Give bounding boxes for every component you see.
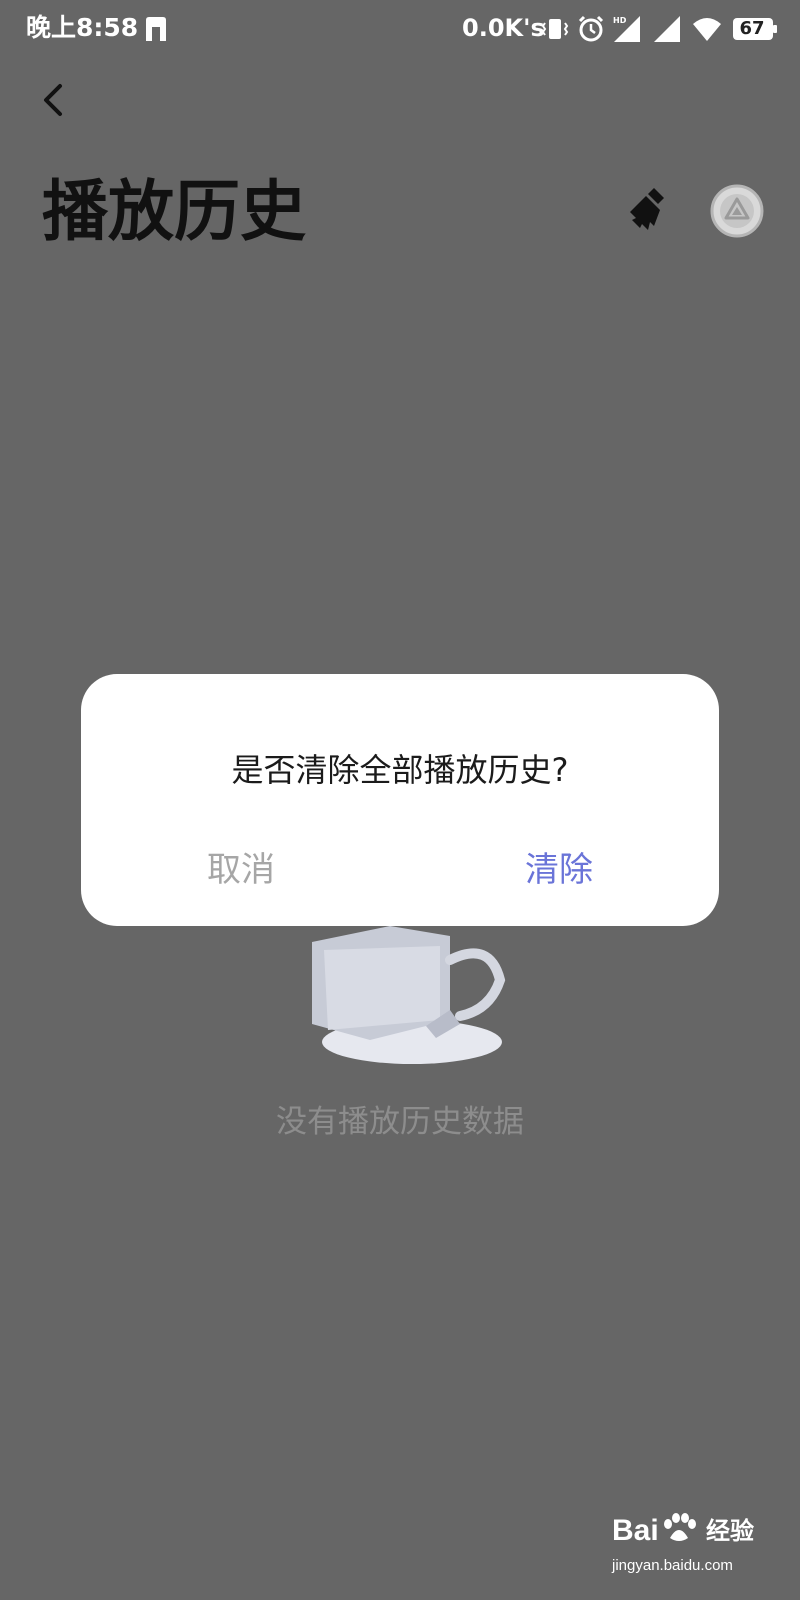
baidu-jingyan-watermark: Bai 经验 jingyan.baidu.com: [612, 1512, 782, 1588]
mini-player-button[interactable]: [710, 184, 764, 238]
status-time: 晚上8:58: [26, 13, 139, 42]
paw-icon: [664, 1513, 696, 1541]
clean-history-button[interactable]: [624, 184, 676, 236]
triangle-circle-icon: [710, 184, 764, 238]
vibrate-icon: [541, 19, 569, 39]
broom-icon: [630, 188, 664, 230]
cancel-button[interactable]: 取消: [141, 840, 341, 900]
chevron-left-icon: [44, 84, 62, 116]
network-speed: 0.0K's: [462, 14, 545, 42]
clear-history-dialog: 是否清除全部播放历史? 取消 清除: [81, 674, 719, 926]
back-button[interactable]: [30, 76, 78, 124]
signal-icon: [654, 16, 680, 42]
wifi-icon: [693, 18, 721, 41]
status-bar: 晚上8:58 0.0K's HD 67: [0, 0, 800, 56]
battery-level: 67: [739, 18, 765, 39]
watermark-brand: Bai: [612, 1514, 659, 1547]
watermark-brand-cn: 经验: [706, 1517, 754, 1545]
svg-text:HD: HD: [613, 16, 627, 25]
screen: 晚上8:58 0.0K's HD 67 播放历史 没有播放历史数据 是否清除全部…: [0, 0, 800, 1600]
empty-box-illustration: [312, 926, 506, 1064]
empty-state-message: 没有播放历史数据: [276, 1104, 524, 1140]
notification-app-icon: [146, 17, 166, 41]
alarm-icon: [578, 15, 604, 42]
watermark-domain: jingyan.baidu.com: [612, 1557, 733, 1574]
hd-signal-icon: HD: [613, 16, 640, 42]
page-title: 播放历史: [42, 173, 306, 250]
confirm-clear-button[interactable]: 清除: [459, 840, 659, 900]
dialog-message: 是否清除全部播放历史?: [231, 751, 569, 789]
